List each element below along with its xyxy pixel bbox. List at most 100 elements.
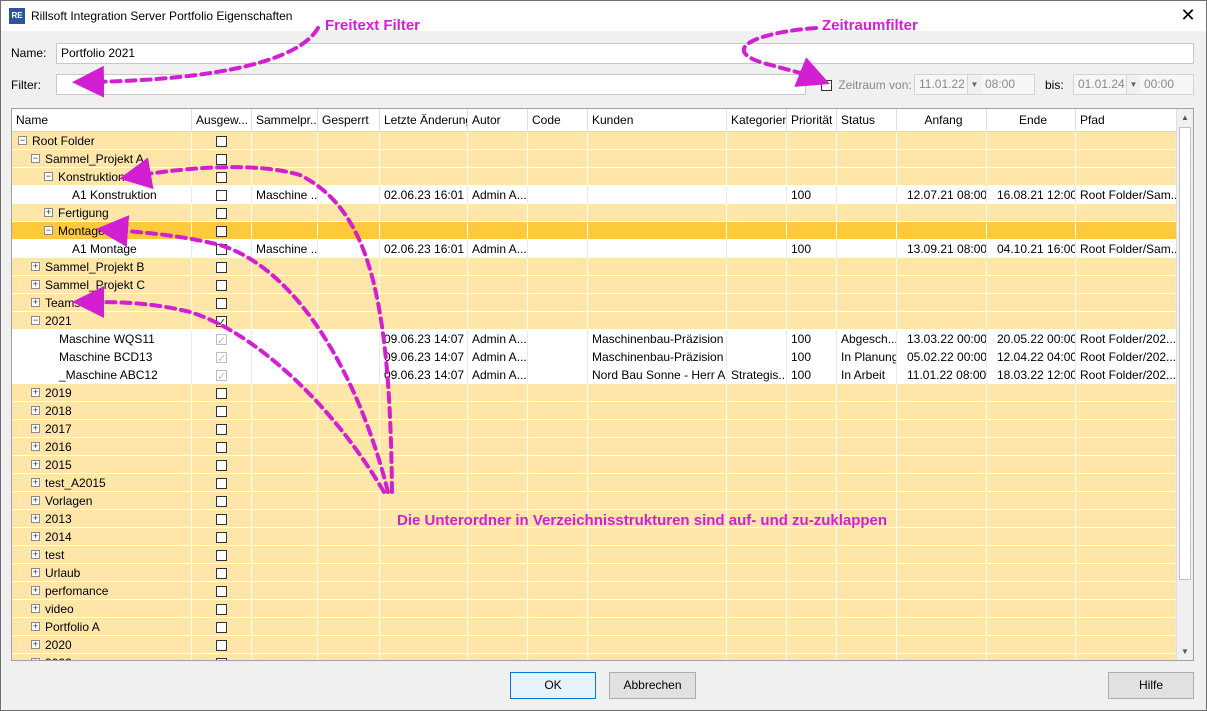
select-checkbox[interactable] <box>216 406 227 418</box>
select-checkbox[interactable] <box>216 350 227 366</box>
select-checkbox[interactable] <box>216 532 227 544</box>
expand-icon[interactable]: + <box>31 478 40 488</box>
zeitraum-checkbox[interactable] <box>821 80 832 92</box>
collapse-icon[interactable]: − <box>44 172 53 182</box>
expand-icon[interactable]: + <box>31 640 40 650</box>
folder-row[interactable]: − Konstruktion <box>12 168 1177 186</box>
scrollbar-thumb[interactable] <box>1179 127 1191 580</box>
column-header-4[interactable]: Letzte Änderung <box>380 109 468 131</box>
expand-icon[interactable]: + <box>31 460 40 470</box>
select-checkbox[interactable] <box>216 514 227 526</box>
column-header-10[interactable]: Status <box>837 109 897 131</box>
select-checkbox[interactable] <box>216 332 227 348</box>
select-checkbox[interactable] <box>216 496 227 508</box>
expand-icon[interactable]: + <box>31 496 40 506</box>
folder-row[interactable]: +2016 <box>12 438 1177 456</box>
folder-row[interactable]: + Fertigung <box>12 204 1177 222</box>
folder-row[interactable]: +2022 <box>12 654 1177 660</box>
expand-icon[interactable]: + <box>31 550 40 560</box>
name-input[interactable]: Portfolio 2021 <box>56 43 1194 64</box>
expand-icon[interactable]: + <box>31 262 40 272</box>
select-checkbox[interactable] <box>216 172 227 184</box>
table-row[interactable]: Maschine BCD13 09.06.23 14:07Admin A... Ma… <box>12 348 1177 366</box>
expand-icon[interactable]: + <box>31 604 40 614</box>
select-checkbox[interactable] <box>216 622 227 634</box>
select-checkbox[interactable] <box>216 586 227 598</box>
select-checkbox[interactable] <box>216 262 227 274</box>
expand-icon[interactable]: + <box>44 208 53 218</box>
column-header-5[interactable]: Autor <box>468 109 528 131</box>
expand-icon[interactable]: + <box>31 514 40 524</box>
scroll-up-icon[interactable]: ▲ <box>1177 109 1193 126</box>
select-checkbox[interactable] <box>216 568 227 580</box>
expand-icon[interactable]: + <box>31 424 40 434</box>
column-header-12[interactable]: Ende <box>987 109 1076 131</box>
folder-row[interactable]: + video <box>12 600 1177 618</box>
folder-row[interactable]: − Sammel_Projekt A <box>12 150 1177 168</box>
table-row[interactable]: Maschine WQS11 09.06.23 14:07Admin A... Ma… <box>12 330 1177 348</box>
select-checkbox[interactable] <box>216 424 227 436</box>
filter-input[interactable] <box>56 74 806 95</box>
folder-row[interactable]: + test <box>12 546 1177 564</box>
column-header-11[interactable]: Anfang <box>897 109 987 131</box>
expand-icon[interactable]: + <box>31 442 40 452</box>
expand-icon[interactable]: + <box>31 622 40 632</box>
folder-row[interactable]: +2020 <box>12 636 1177 654</box>
table-row[interactable]: A1 Konstruktion Maschine ... 02.06.23 16:0… <box>12 186 1177 204</box>
table-row[interactable]: A1 Montage Maschine ... 02.06.23 16:01 Admi… <box>12 240 1177 258</box>
von-dropdown-icon[interactable]: ▼ <box>967 75 981 94</box>
select-checkbox[interactable] <box>216 244 227 256</box>
select-checkbox[interactable] <box>216 604 227 616</box>
expand-icon[interactable]: + <box>31 586 40 596</box>
select-checkbox[interactable] <box>216 298 227 310</box>
close-icon[interactable]: ✕ <box>1178 5 1198 25</box>
folder-row[interactable]: + Vorlagen <box>12 492 1177 510</box>
collapse-icon[interactable]: − <box>31 154 40 164</box>
select-checkbox[interactable] <box>216 208 227 220</box>
select-checkbox[interactable] <box>216 550 227 562</box>
folder-row[interactable]: + Portfolio A <box>12 618 1177 636</box>
folder-row[interactable]: −2021 <box>12 312 1177 330</box>
expand-icon[interactable]: + <box>31 568 40 578</box>
column-header-0[interactable]: Name <box>12 109 192 131</box>
select-checkbox[interactable] <box>216 442 227 454</box>
zeitraum-checkbox-wrap[interactable]: Zeitraum von: <box>821 78 912 92</box>
folder-row[interactable]: +2018 <box>12 402 1177 420</box>
select-checkbox[interactable] <box>216 136 227 148</box>
select-checkbox[interactable] <box>216 154 227 166</box>
select-checkbox[interactable] <box>216 226 227 238</box>
expand-icon[interactable]: + <box>31 280 40 290</box>
vertical-scrollbar[interactable]: ▲ ▼ <box>1176 109 1193 660</box>
portfolio-tree-grid[interactable]: Name Ausgew... Sammelpr... Gesperrt Letzte Ä… <box>11 108 1194 661</box>
select-checkbox[interactable] <box>216 314 227 330</box>
folder-row[interactable]: + test_A2015 <box>12 474 1177 492</box>
expand-icon[interactable]: + <box>31 658 40 660</box>
folder-row[interactable]: +2019 <box>12 384 1177 402</box>
abbrechen-button[interactable]: Abbrechen <box>609 672 696 699</box>
bis-datetime[interactable]: 01.01.24 ▼ 00:00 <box>1073 74 1194 95</box>
folder-row[interactable]: +2017 <box>12 420 1177 438</box>
bis-dropdown-icon[interactable]: ▼ <box>1126 75 1140 94</box>
select-checkbox[interactable] <box>216 190 227 202</box>
collapse-icon[interactable]: − <box>18 136 27 146</box>
hilfe-button[interactable]: Hilfe <box>1108 672 1194 699</box>
expand-icon[interactable]: + <box>31 298 40 308</box>
column-header-9[interactable]: Priorität <box>787 109 837 131</box>
column-header-6[interactable]: Code <box>528 109 588 131</box>
folder-row[interactable]: + Teams <box>12 294 1177 312</box>
select-checkbox[interactable] <box>216 388 227 400</box>
select-checkbox[interactable] <box>216 368 227 384</box>
folder-row[interactable]: + perfomance <box>12 582 1177 600</box>
folder-row[interactable]: +2015 <box>12 456 1177 474</box>
von-datetime[interactable]: 11.01.22 ▼ 08:00 <box>914 74 1035 95</box>
scroll-down-icon[interactable]: ▼ <box>1177 643 1193 660</box>
folder-row[interactable]: − Root Folder <box>12 132 1177 150</box>
folder-row[interactable]: + Sammel_Projekt C <box>12 276 1177 294</box>
ok-button[interactable]: OK <box>510 672 596 699</box>
folder-row[interactable]: − Montage <box>12 222 1177 240</box>
select-checkbox[interactable] <box>216 280 227 292</box>
folder-row[interactable]: + Sammel_Projekt B <box>12 258 1177 276</box>
column-header-1[interactable]: Ausgew... <box>192 109 252 131</box>
expand-icon[interactable]: + <box>31 406 40 416</box>
column-header-7[interactable]: Kunden <box>588 109 727 131</box>
